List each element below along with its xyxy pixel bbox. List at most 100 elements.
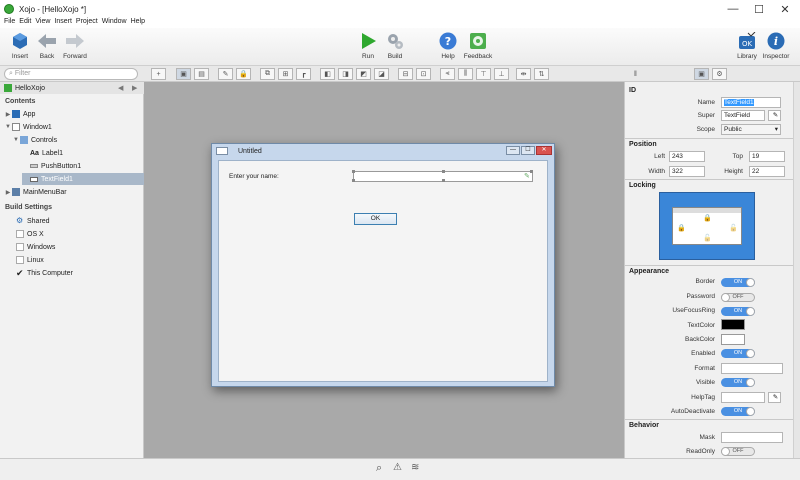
expand-icon[interactable]: ▶ — [4, 189, 12, 196]
view-mode-icon[interactable]: ▤ — [194, 68, 209, 80]
inspector-tab-icon[interactable]: ▣ — [694, 68, 709, 80]
nav-forward-icon[interactable]: ▶ — [132, 84, 137, 92]
nav-item-app[interactable]: ▶ App — [4, 108, 35, 120]
menu-view[interactable]: View — [35, 18, 50, 28]
textcolor-swatch[interactable] — [721, 319, 745, 330]
lock-icon[interactable]: 🔒 — [236, 68, 251, 80]
close-window-button[interactable]: ✕ — [772, 0, 798, 18]
menu-file[interactable]: File — [4, 18, 15, 28]
order-forward-icon[interactable]: ◨ — [338, 68, 353, 80]
build-item-windows[interactable]: Windows — [16, 241, 55, 253]
pencil-icon[interactable]: ✎ — [218, 68, 233, 80]
border-toggle[interactable]: ON — [721, 278, 755, 287]
menu-project[interactable]: Project — [76, 18, 98, 28]
nav-item-textfield1[interactable]: TextField1 — [22, 173, 144, 185]
lock-bottom-icon[interactable]: 🔓 — [703, 234, 712, 242]
password-toggle[interactable]: OFF — [721, 293, 755, 302]
nav-back-icon[interactable]: ◀ — [118, 84, 123, 92]
inspector-button[interactable]: i Inspector — [756, 32, 796, 60]
order-front-icon[interactable]: ◧ — [320, 68, 335, 80]
filter-input[interactable]: ⌕ Filter — [4, 68, 138, 80]
add-control-button[interactable]: + — [151, 68, 166, 80]
forward-button[interactable]: Forward — [55, 32, 95, 60]
minimize-button[interactable]: — — [720, 0, 746, 18]
layout-mode-icon[interactable]: ▣ — [176, 68, 191, 80]
order-backward-icon[interactable]: ◩ — [356, 68, 371, 80]
build-item-this-computer[interactable]: ✔ This Computer — [16, 267, 73, 279]
usefocusring-toggle[interactable]: ON — [721, 307, 755, 316]
align-top-icon[interactable]: ⊤ — [476, 68, 491, 80]
resize-handle[interactable] — [352, 179, 355, 182]
project-tab[interactable]: HelloXojo ◀ ▶ — [0, 82, 144, 94]
format-field[interactable] — [721, 363, 783, 374]
group-icon[interactable]: ⧉ — [260, 68, 275, 80]
super-field[interactable]: TextField — [721, 110, 765, 121]
border-icon[interactable]: ┏ — [296, 68, 311, 80]
inspector-scrollbar[interactable] — [793, 82, 800, 458]
checkbox-linux[interactable] — [16, 256, 24, 264]
resize-handle[interactable] — [530, 170, 533, 173]
lock-right-icon[interactable]: 🔓 — [729, 224, 738, 232]
build-item-linux[interactable]: Linux — [16, 254, 44, 266]
order-back-icon[interactable]: ◪ — [374, 68, 389, 80]
build-item-shared[interactable]: ⚙ Shared — [16, 215, 50, 227]
checkmark-icon[interactable]: ✔ — [16, 269, 24, 278]
menu-window[interactable]: Window — [102, 18, 127, 28]
menu-edit[interactable]: Edit — [19, 18, 31, 28]
align-bottom-icon[interactable]: ⊥ — [494, 68, 509, 80]
name-field[interactable]: TextField1 — [721, 97, 781, 108]
helptag-field[interactable] — [721, 392, 765, 403]
width-field[interactable]: 322 — [669, 166, 705, 177]
checkbox-osx[interactable] — [16, 230, 24, 238]
space-vertical-icon[interactable]: ⇅ — [534, 68, 549, 80]
nav-item-mainmenubar[interactable]: ▶ MainMenuBar — [4, 186, 67, 198]
left-field[interactable]: 243 — [669, 151, 705, 162]
nav-item-controls[interactable]: ▼ Controls — [12, 134, 57, 146]
edit-pencil-icon[interactable]: ✎ — [524, 172, 530, 180]
design-window-content[interactable]: Enter your name: ✎ OK — [218, 160, 548, 382]
align-left-icon[interactable]: ⫷ — [440, 68, 455, 80]
feed-icon[interactable]: ≋ — [411, 462, 419, 473]
readonly-toggle[interactable]: OFF — [721, 447, 755, 456]
autodeactivate-toggle[interactable]: ON — [721, 407, 755, 416]
menu-insert[interactable]: Insert — [54, 18, 72, 28]
build-item-osx[interactable]: OS X — [16, 228, 44, 240]
fill-width-icon[interactable]: ⊟ — [398, 68, 413, 80]
space-horizontal-icon[interactable]: ⇹ — [516, 68, 531, 80]
collapse-icon[interactable]: ▼ — [12, 137, 20, 143]
pane-grip-icon[interactable]: ‖ — [628, 68, 643, 80]
menu-help[interactable]: Help — [131, 18, 145, 28]
resize-handle[interactable] — [442, 179, 445, 182]
backcolor-swatch[interactable] — [721, 334, 745, 345]
nav-item-label1[interactable]: Aa Label1 — [30, 147, 63, 159]
visible-toggle[interactable]: ON — [721, 378, 755, 387]
feedback-button[interactable]: Feedback — [458, 32, 498, 60]
resize-handle[interactable] — [352, 170, 355, 173]
window-design-surface[interactable]: Untitled — ☐ ✕ Enter your name: ✎ OK — [211, 143, 555, 387]
scope-select[interactable]: Public ▾ — [721, 124, 781, 135]
name-label-control[interactable]: Enter your name: — [229, 173, 279, 180]
lock-top-icon[interactable]: 🔒 — [703, 214, 712, 222]
collapse-icon[interactable]: ▼ — [4, 124, 12, 130]
warning-icon[interactable]: ⚠ — [393, 462, 402, 473]
top-field[interactable]: 19 — [749, 151, 785, 162]
ungroup-icon[interactable]: ⊞ — [278, 68, 293, 80]
settings-gear-icon[interactable]: ⚙ — [712, 68, 727, 80]
lock-left-icon[interactable]: 🔒 — [677, 224, 686, 232]
edit-super-pencil-icon[interactable]: ✎ — [768, 110, 781, 121]
height-field[interactable]: 22 — [749, 166, 785, 177]
mask-field[interactable] — [721, 432, 783, 443]
checkbox-windows[interactable] — [16, 243, 24, 251]
nav-item-window1[interactable]: ▼ Window1 — [4, 121, 52, 133]
ok-button-control[interactable]: OK — [354, 213, 397, 225]
maximize-button[interactable]: ☐ — [746, 0, 772, 18]
build-button[interactable]: Build — [375, 32, 415, 60]
fill-height-icon[interactable]: ⊡ — [416, 68, 431, 80]
nav-item-pushbutton1[interactable]: PushButton1 — [30, 160, 81, 172]
locking-diagram[interactable]: 🔒 🔒 🔓 🔓 — [659, 192, 755, 260]
textfield-control[interactable]: ✎ — [352, 170, 533, 182]
search-icon[interactable]: ⌕ — [376, 462, 382, 475]
resize-handle[interactable] — [442, 170, 445, 173]
align-center-icon[interactable]: ⫼ — [458, 68, 473, 80]
expand-icon[interactable]: ▶ — [4, 111, 12, 118]
